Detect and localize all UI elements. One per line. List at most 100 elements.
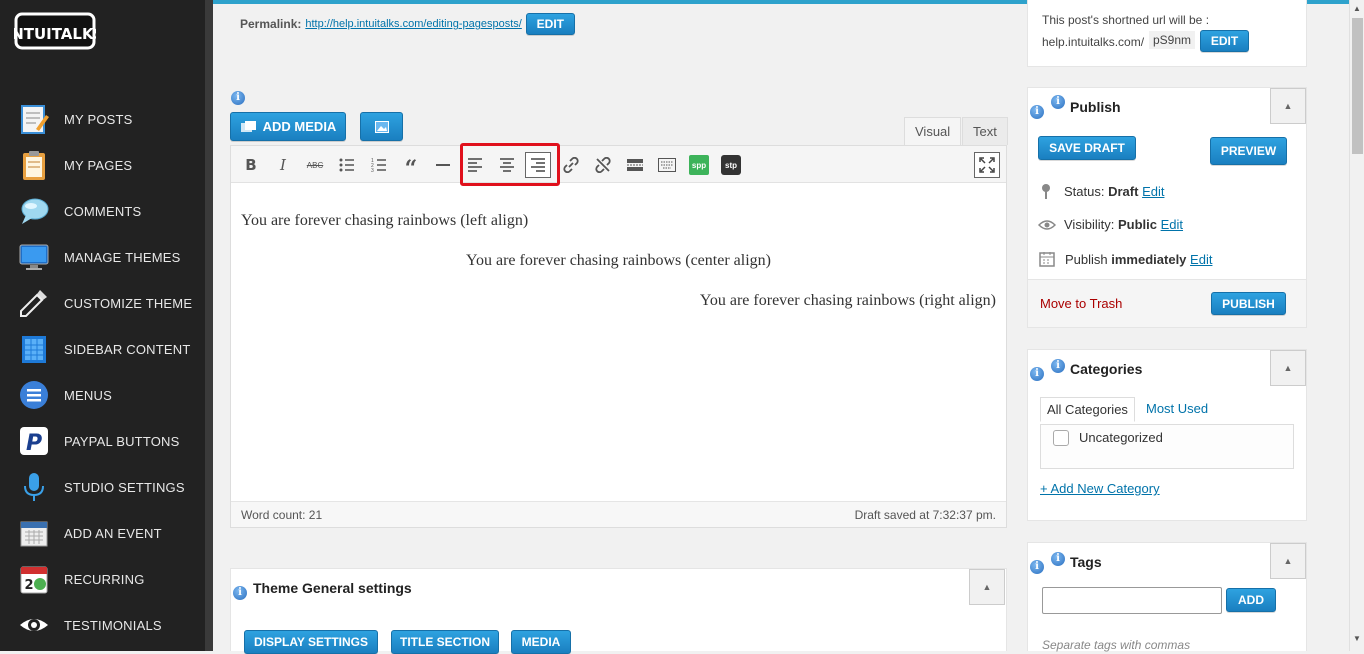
short-url-edit-button[interactable]: EDIT [1200,30,1249,52]
stp-button[interactable]: stp [719,153,743,177]
collapse-toggle[interactable]: ▲ [969,569,1005,605]
add-media-button[interactable]: ADD MEDIA [230,112,346,141]
tab-media[interactable]: MEDIA [511,630,571,654]
sidebar-item-studio-settings[interactable]: STUDIO SETTINGS [0,467,205,507]
sidebar-item-manage-themes[interactable]: MANAGE THEMES [0,237,205,277]
sidebar-item-sidebar-content[interactable]: SIDEBAR CONTENT [0,329,205,369]
publish-button[interactable]: PUBLISH [1211,292,1286,315]
collapse-toggle[interactable]: ▲ [1270,88,1306,124]
numbered-list-button[interactable]: 123 [367,153,391,177]
info-icon[interactable]: i [1051,95,1065,109]
info-icon[interactable]: i [1030,367,1044,381]
tab-visual[interactable]: Visual [904,117,962,145]
status-edit-link[interactable]: Edit [1142,184,1164,199]
page-scrollbar[interactable]: ▲ ▼ [1349,0,1364,651]
svg-text:P: P [26,431,42,456]
recurring-calendar-icon: 2 [20,566,48,594]
logo[interactable]: INTUITALKS [6,10,104,52]
microphone-icon [24,473,44,501]
info-icon[interactable]: i [233,586,247,600]
sidebar-item-label: MY POSTS [64,112,133,127]
sidebar-item-add-an-event[interactable]: ADD AN EVENT [0,513,205,553]
scrollbar-thumb[interactable] [1352,18,1363,154]
permalink-url[interactable]: http://help.intuitalks.com/editing-pages… [305,18,521,30]
tab-most-used[interactable]: Most Used [1146,401,1208,416]
speech-bubble-icon [21,198,49,224]
preview-button[interactable]: PREVIEW [1210,137,1287,165]
spp-button[interactable]: spp [687,153,711,177]
svg-text:2: 2 [24,578,33,593]
sidebar-item-recurring[interactable]: 2 RECURRING [0,559,205,599]
align-right-icon [531,158,545,172]
insert-link-button[interactable] [559,153,583,177]
add-new-category-link[interactable]: + Add New Category [1040,481,1160,496]
blockquote-button[interactable]: “ [399,153,423,182]
collapse-toggle[interactable]: ▲ [1270,350,1306,386]
tag-input[interactable] [1042,587,1222,614]
info-icon[interactable]: i [1051,359,1065,373]
sidebar-item-testimonials[interactable]: TESTIMONIALS [0,605,205,645]
sidebar-item-my-posts[interactable]: MY POSTS [0,99,205,139]
unlink-icon [595,157,611,173]
read-more-button[interactable] [623,153,647,177]
tags-title: Tags [1070,554,1102,570]
align-left-button[interactable] [463,153,487,177]
sidebar-item-paypal-buttons[interactable]: P PAYPAL BUTTONS [0,421,205,461]
sidebar-item-my-pages[interactable]: MY PAGES [0,145,205,185]
paragraph-center-align[interactable]: You are forever chasing rainbows (center… [231,252,1006,270]
paragraph-left-align[interactable]: You are forever chasing rainbows (left a… [241,212,528,230]
bullet-list-button[interactable] [335,153,359,177]
info-icon[interactable]: i [231,91,245,105]
svg-text:INTUITALKS: INTUITALKS [14,25,96,43]
tab-all-categories[interactable]: All Categories [1040,397,1135,422]
publish-edit-link[interactable]: Edit [1190,252,1212,267]
italic-button[interactable]: I [271,153,295,177]
tab-display-settings[interactable]: DISPLAY SETTINGS [244,630,378,654]
align-left-icon [468,158,482,172]
collapse-toggle[interactable]: ▲ [1270,543,1306,579]
publish-panel: i i Publish ▲ SAVE DRAFT PREVIEW Status:… [1027,87,1307,328]
post-editor: B I ABC 123 “ spp stp You are forever ch… [230,143,1007,528]
sidebar-item-menus[interactable]: MENUS [0,375,205,415]
strikethrough-button[interactable]: ABC [303,153,327,177]
visibility-row: Visibility: Public Edit [1038,217,1183,232]
add-tag-button[interactable]: ADD [1226,588,1276,612]
eyedropper-icon [20,290,47,317]
paragraph-right-align[interactable]: You are forever chasing rainbows (right … [700,292,996,310]
short-url-code[interactable]: pS9nm [1149,31,1196,49]
eye-icon [1038,219,1056,230]
image-icon [374,120,389,133]
bullet-list-icon [339,158,354,172]
info-icon[interactable]: i [1051,552,1065,566]
scroll-down-arrow[interactable]: ▼ [1353,634,1361,643]
bold-button[interactable]: B [239,153,263,177]
visibility-edit-link[interactable]: Edit [1161,217,1183,232]
save-draft-button[interactable]: SAVE DRAFT [1038,136,1136,160]
category-checkbox[interactable] [1053,430,1069,446]
sidebar-item-customize-theme[interactable]: CUSTOMIZE THEME [0,283,205,323]
tab-text[interactable]: Text [962,117,1008,145]
sidebar-item-label: MY PAGES [64,158,133,173]
spp-label: spp [689,155,709,175]
numbered-list-icon: 123 [371,158,386,172]
tab-title-section[interactable]: TITLE SECTION [391,630,499,654]
sidebar-item-label: COMMENTS [64,204,142,219]
remove-link-button[interactable] [591,153,615,177]
align-center-button[interactable] [495,153,519,177]
align-right-button[interactable] [525,152,551,178]
info-icon[interactable]: i [1030,105,1044,119]
horizontal-line-button[interactable] [431,153,455,177]
info-icon[interactable]: i [1030,560,1044,574]
move-to-trash-link[interactable]: Move to Trash [1040,296,1122,311]
insert-image-button[interactable] [360,112,403,141]
media-icon [240,120,256,132]
fullscreen-button[interactable] [974,152,1000,178]
visibility-value: Public [1117,217,1157,232]
toolbar-toggle-button[interactable] [655,153,679,177]
svg-text:3: 3 [371,168,374,172]
sidebar-item-comments[interactable]: COMMENTS [0,191,205,231]
permalink-edit-button[interactable]: EDIT [525,13,575,35]
scroll-up-arrow[interactable]: ▲ [1353,4,1361,13]
permalink-row: Permalink: http://help.intuitalks.com/ed… [240,12,575,36]
sidebar-item-label: MENUS [64,388,112,403]
